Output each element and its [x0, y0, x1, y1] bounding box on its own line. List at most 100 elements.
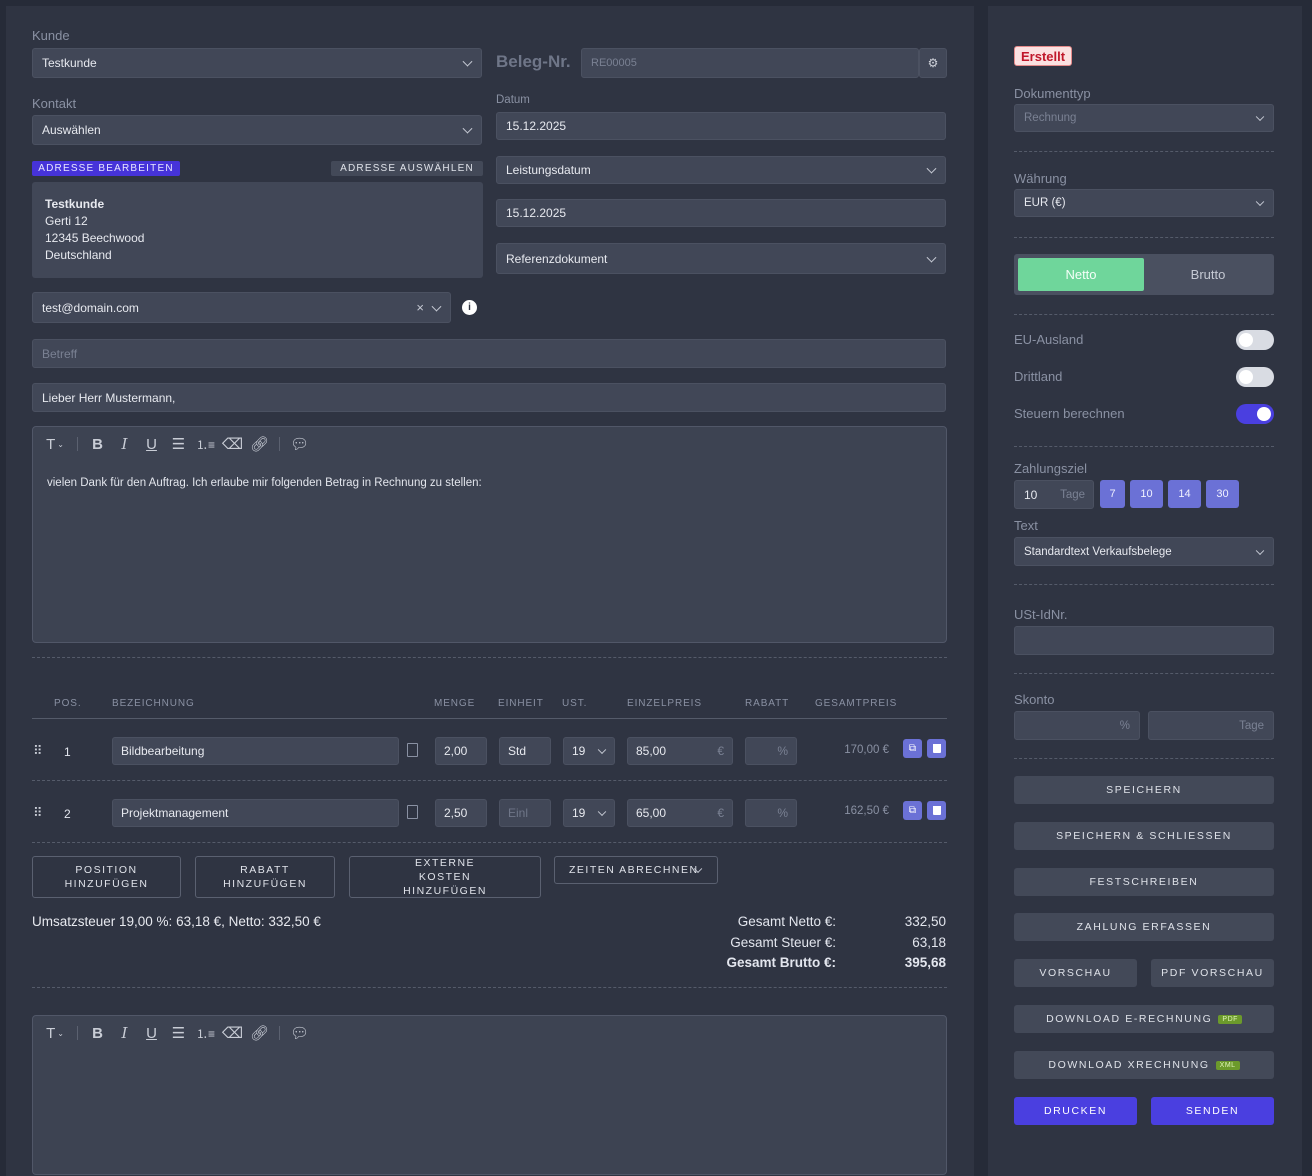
zahlungsziel-chip[interactable]: 14	[1168, 480, 1201, 508]
customer-select[interactable]: Testkunde	[32, 48, 482, 78]
chevron-down-icon	[462, 123, 473, 134]
zahlung-erfassen-button[interactable]: ZAHLUNG ERFASSEN	[1014, 913, 1274, 941]
ust-select[interactable]: 19	[563, 737, 615, 765]
zahlungsziel-chip[interactable]: 7	[1100, 480, 1125, 508]
menge-input[interactable]: 2,50	[435, 799, 487, 827]
einheit-input[interactable]: Einl	[499, 799, 551, 827]
einzelpreis-input[interactable]: 65,00 €	[627, 799, 733, 827]
text-format-icon[interactable]: T ⌄	[39, 433, 71, 455]
trash-icon[interactable]	[927, 801, 946, 820]
col-einheit: EINHEIT	[498, 698, 544, 709]
bullet-list-icon[interactable]: ☰	[165, 1022, 192, 1044]
bullet-list-icon[interactable]: ☰	[165, 433, 192, 455]
steuern-toggle[interactable]	[1236, 404, 1274, 424]
rabatt-input[interactable]: %	[745, 737, 797, 765]
print-button[interactable]: DRUCKEN	[1014, 1097, 1137, 1125]
drag-handle-icon[interactable]: ⠿	[33, 743, 43, 759]
ust-select[interactable]: 19	[563, 799, 615, 827]
skonto-label: Skonto	[1014, 692, 1055, 707]
save-close-button[interactable]: SPEICHERN & SCHLIESSEN	[1014, 822, 1274, 850]
comment-icon[interactable]: 💬︎	[286, 433, 313, 455]
copy-icon[interactable]: ⧉	[903, 739, 922, 758]
document-icon[interactable]	[407, 743, 418, 757]
brutto-option[interactable]: Brutto	[1146, 258, 1270, 291]
beleg-input[interactable]: RE00005	[581, 48, 919, 78]
bezeichnung-input[interactable]: Projektmanagement	[112, 799, 399, 827]
numbered-list-icon[interactable]: ⒈≡	[192, 1022, 219, 1044]
save-button[interactable]: SPEICHERN	[1014, 776, 1274, 804]
download-e-rechnung-button[interactable]: DOWNLOAD E-RECHNUNG PDF	[1014, 1005, 1274, 1033]
zahlungsziel-input[interactable]: 10 Tage	[1014, 480, 1094, 509]
text-select[interactable]: Standardtext Verkaufsbelege	[1014, 537, 1274, 566]
send-button[interactable]: SENDEN	[1151, 1097, 1274, 1125]
festschreiben-button[interactable]: FESTSCHREIBEN	[1014, 868, 1274, 896]
currency-select[interactable]: EUR (€)	[1014, 189, 1274, 217]
email-select[interactable]: test@domain.com ×	[32, 292, 451, 323]
zeiten-abrechnen-button[interactable]: ZEITEN ABRECHNEN	[554, 856, 718, 884]
einzelpreis-input[interactable]: 85,00 €	[627, 737, 733, 765]
zahlungsziel-chip[interactable]: 10	[1130, 480, 1163, 508]
netto-option[interactable]: Netto	[1018, 258, 1144, 291]
italic-icon[interactable]: I	[111, 433, 138, 455]
pdf-badge: PDF	[1218, 1014, 1242, 1024]
einheit-input[interactable]: Std	[499, 737, 551, 765]
clear-format-icon[interactable]: ⌫	[219, 433, 246, 455]
bold-icon[interactable]: B	[84, 1022, 111, 1044]
contact-select[interactable]: Auswählen	[32, 115, 482, 145]
document-icon[interactable]	[407, 805, 418, 819]
text-value: Standardtext Verkaufsbelege	[1024, 545, 1172, 558]
leistungsdatum-input[interactable]: 15.12.2025	[496, 199, 946, 227]
underline-icon[interactable]: U	[138, 1022, 165, 1044]
underline-icon[interactable]: U	[138, 433, 165, 455]
address-select-button[interactable]: ADRESSE AUSWÄHLEN	[331, 161, 483, 176]
leistungsdatum-select[interactable]: Leistungsdatum	[496, 156, 946, 184]
eu-toggle[interactable]	[1236, 330, 1274, 350]
datum-input[interactable]: 15.12.2025	[496, 112, 946, 140]
col-menge: MENGE	[434, 698, 476, 709]
address-edit-button[interactable]: ADRESSE BEARBEITEN	[32, 161, 180, 176]
drag-handle-icon[interactable]: ⠿	[33, 805, 43, 821]
outro-editor[interactable]: T ⌄ B I U ☰ ⒈≡ ⌫ 🔗︎ 💬︎	[32, 1015, 947, 1175]
chevron-down-icon	[926, 163, 937, 174]
clear-format-icon[interactable]: ⌫	[219, 1022, 246, 1044]
download-xrechnung-button[interactable]: DOWNLOAD XRECHNUNG XML	[1014, 1051, 1274, 1079]
doctype-select[interactable]: Rechnung	[1014, 104, 1274, 132]
italic-icon[interactable]: I	[111, 1022, 138, 1044]
skonto-tage-input[interactable]: Tage	[1148, 711, 1274, 740]
clear-icon[interactable]: ×	[416, 300, 424, 315]
zahlungsziel-chip[interactable]: 30	[1206, 480, 1239, 508]
editor-toolbar: T ⌄ B I U ☰ ⒈≡ ⌫ 🔗︎ 💬︎	[39, 1022, 313, 1044]
pos-number: 2	[64, 807, 71, 821]
currency-value: EUR (€)	[1024, 197, 1066, 209]
referenz-select[interactable]: Referenzdokument	[496, 243, 946, 274]
ust-id-input[interactable]	[1014, 626, 1274, 655]
comment-icon[interactable]: 💬︎	[286, 1022, 313, 1044]
add-rabatt-button[interactable]: RABATT HINZUFÜGEN	[195, 856, 335, 898]
preview-button[interactable]: VORSCHAU	[1014, 959, 1137, 987]
copy-icon[interactable]: ⧉	[903, 801, 922, 820]
link-icon[interactable]: 🔗︎	[246, 433, 273, 455]
doctype-label: Dokumenttyp	[1014, 86, 1091, 101]
pdf-preview-button[interactable]: PDF VORSCHAU	[1151, 959, 1274, 987]
side-panel: Erstellt Dokumenttyp Rechnung Währung EU…	[988, 6, 1302, 1176]
greeting-input[interactable]: Lieber Herr Mustermann,	[32, 383, 946, 412]
trash-icon[interactable]	[927, 739, 946, 758]
text-format-icon[interactable]: T ⌄	[39, 1022, 71, 1044]
info-icon[interactable]: i	[462, 300, 477, 315]
numbered-list-icon[interactable]: ⒈≡	[192, 433, 219, 455]
menge-input[interactable]: 2,00	[435, 737, 487, 765]
ust-value: 19	[572, 744, 586, 758]
betreff-input[interactable]: Betreff	[32, 339, 946, 368]
add-external-costs-button[interactable]: EXTERNE KOSTEN HINZUFÜGEN	[349, 856, 541, 898]
skonto-percent-input[interactable]: %	[1014, 711, 1140, 740]
bold-icon[interactable]: B	[84, 433, 111, 455]
chevron-down-icon	[1255, 546, 1265, 555]
bezeichnung-input[interactable]: Bildbearbeitung	[112, 737, 399, 765]
link-icon[interactable]: 🔗︎	[246, 1022, 273, 1044]
drittland-toggle[interactable]	[1236, 367, 1274, 387]
zeiten-label: ZEITEN ABRECHNEN	[569, 864, 699, 876]
beleg-settings-button[interactable]: ⚙	[919, 48, 947, 78]
add-position-button[interactable]: POSITION HINZUFÜGEN	[32, 856, 181, 898]
rabatt-input[interactable]: %	[745, 799, 797, 827]
intro-editor[interactable]: T ⌄ B I U ☰ ⒈≡ ⌫ 🔗︎ 💬︎ vielen Dank für de…	[32, 426, 947, 643]
